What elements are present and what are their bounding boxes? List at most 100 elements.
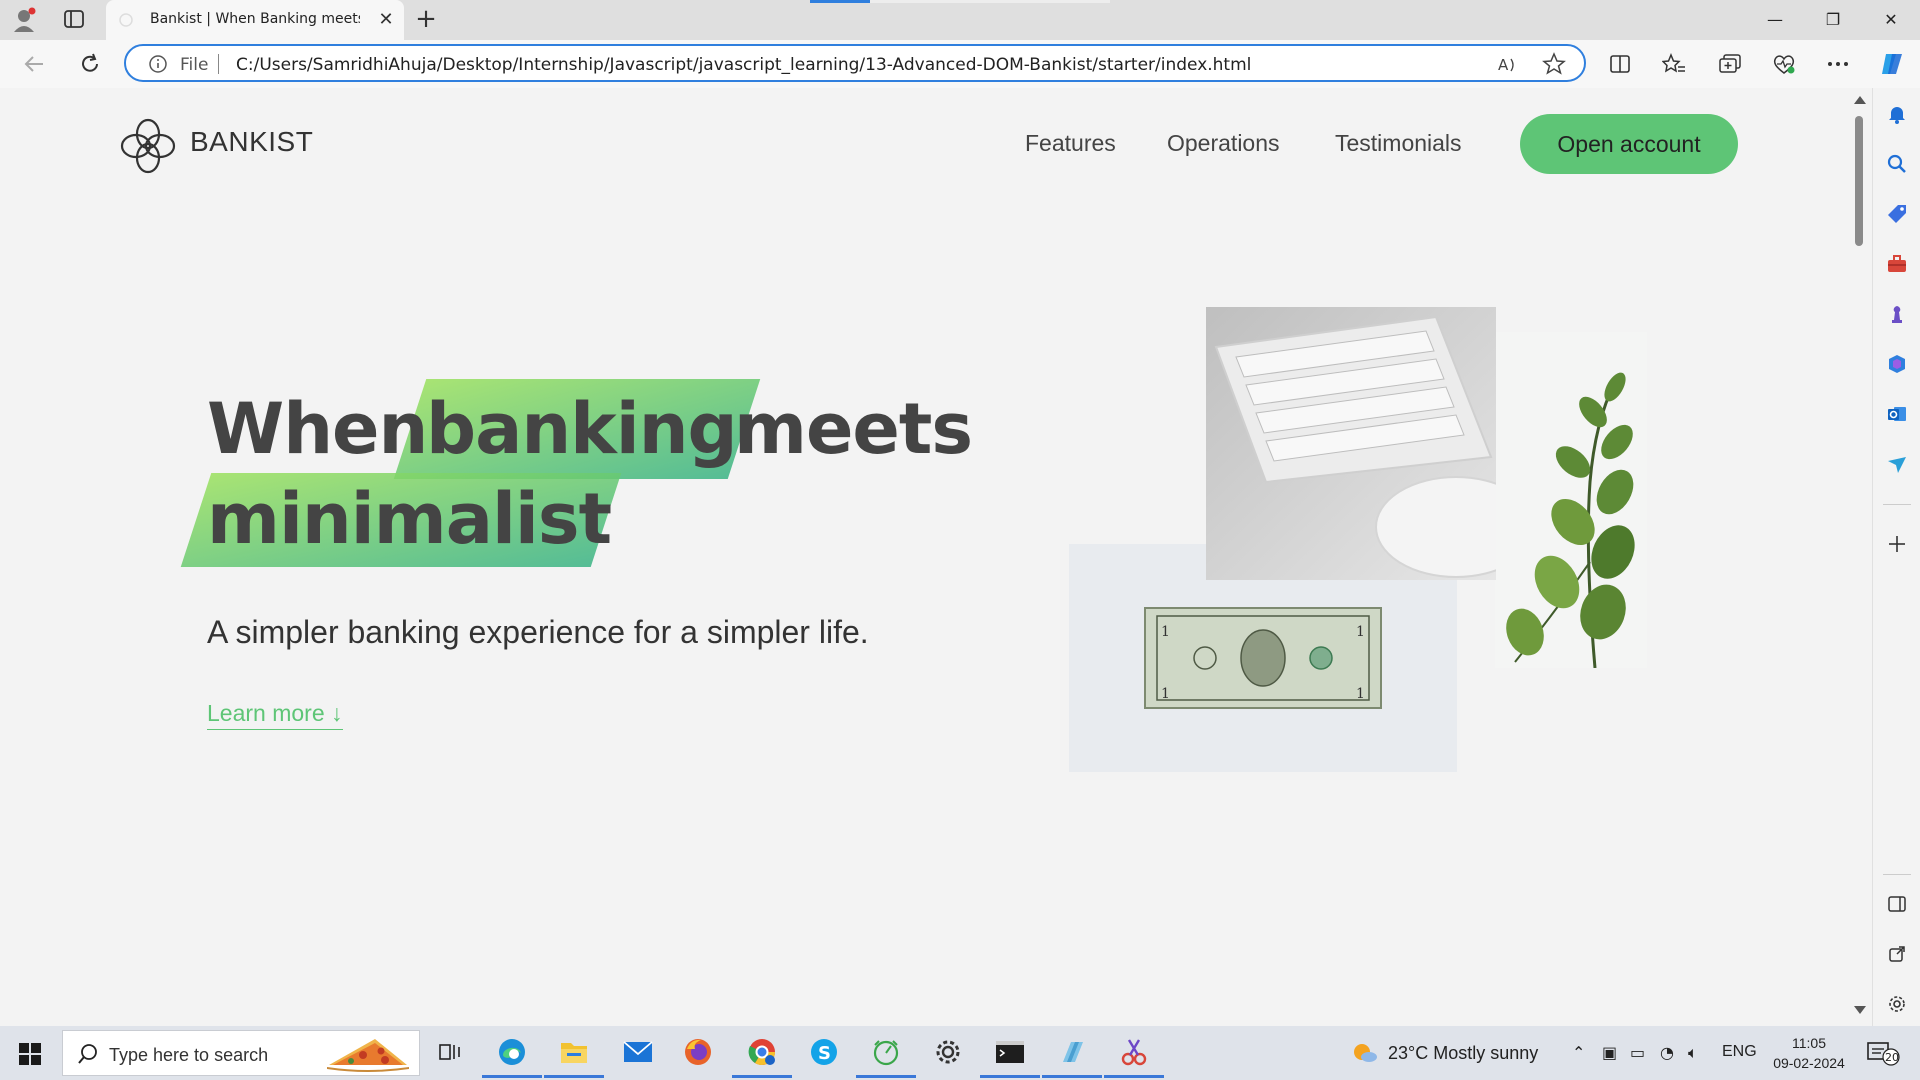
hero-word-banking: banking xyxy=(426,388,738,470)
tab-title: Bankist | When Banking meets M xyxy=(150,11,360,27)
svg-text:A: A xyxy=(1498,56,1509,74)
tab-actions-icon[interactable] xyxy=(62,8,88,32)
scrollbar-thumb[interactable] xyxy=(1855,116,1863,246)
windows-taskbar: Type here to search S 23°C Mostly sunny … xyxy=(0,1026,1920,1080)
more-menu-icon[interactable] xyxy=(1824,50,1852,78)
snipping-tool-icon[interactable] xyxy=(1104,1034,1164,1078)
add-sidebar-app-icon[interactable] xyxy=(1885,532,1909,556)
nav-link-operations[interactable]: Operations xyxy=(1167,130,1280,157)
svg-text:1: 1 xyxy=(1161,686,1170,702)
url-separator xyxy=(218,54,219,74)
language-indicator[interactable]: ENG xyxy=(1722,1043,1757,1061)
terminal-icon[interactable] xyxy=(980,1034,1040,1078)
file-explorer-icon[interactable] xyxy=(544,1034,604,1078)
sidebar-settings-gear-icon[interactable] xyxy=(1885,992,1909,1016)
brand-name: BANKIST xyxy=(190,126,314,157)
favorites-icon[interactable] xyxy=(1660,50,1688,78)
settings-gear-icon[interactable] xyxy=(930,1034,966,1070)
search-icon xyxy=(77,1043,99,1065)
svg-text:S: S xyxy=(818,1043,831,1064)
browser-toolbar: File C:/Users/SamridhiAhuja/Desktop/Inte… xyxy=(0,40,1920,88)
url-text[interactable]: C:/Users/SamridhiAhuja/Desktop/Internshi… xyxy=(236,55,1251,75)
show-hidden-icons-chevron-icon[interactable]: ⌃ xyxy=(1572,1043,1585,1062)
firefox-icon[interactable] xyxy=(680,1034,716,1070)
games-chess-icon[interactable] xyxy=(1885,302,1909,326)
task-view-icon[interactable] xyxy=(432,1034,468,1070)
sidebar-divider xyxy=(1883,874,1911,875)
nav-link-features[interactable]: Features xyxy=(1025,130,1116,157)
battery-icon[interactable]: ▭ xyxy=(1630,1043,1645,1062)
volume-icon[interactable]: 🔈︎ xyxy=(1688,1043,1698,1063)
edge-sidebar xyxy=(1872,88,1920,1026)
notification-count: 20 xyxy=(1885,1051,1899,1064)
weather-sun-cloud-icon[interactable] xyxy=(1352,1042,1378,1064)
hero-word-meets: meets xyxy=(734,388,973,470)
clock-date: 09-02-2024 xyxy=(1773,1055,1845,1071)
mail-icon[interactable] xyxy=(620,1034,656,1070)
clock-time: 11:05 xyxy=(1792,1035,1826,1051)
svg-text:1: 1 xyxy=(1356,624,1365,640)
notifications-bell-icon[interactable] xyxy=(1885,102,1909,126)
clock-app-icon[interactable] xyxy=(856,1034,916,1078)
close-window-button[interactable]: ✕ xyxy=(1868,6,1914,34)
scroll-up-arrow-icon[interactable] xyxy=(1854,96,1866,104)
read-aloud-icon[interactable]: A xyxy=(1496,53,1520,77)
url-scheme-label: File xyxy=(180,55,209,75)
bankist-logo-icon[interactable] xyxy=(116,114,180,178)
site-info-icon[interactable] xyxy=(148,54,168,74)
address-bar[interactable]: File C:/Users/SamridhiAhuja/Desktop/Inte… xyxy=(124,44,1586,82)
open-account-button[interactable]: Open account xyxy=(1520,114,1738,174)
tab-strip-indicator xyxy=(810,0,870,3)
hero-word-minimalist: minimalist xyxy=(207,478,612,560)
collections-icon[interactable] xyxy=(1716,50,1744,78)
tools-briefcase-icon[interactable] xyxy=(1885,252,1909,276)
notepad-icon[interactable] xyxy=(1042,1034,1102,1078)
browser-tab-bar: Bankist | When Banking meets M ✕ + — ❐ ✕ xyxy=(0,0,1920,40)
system-clock[interactable]: 11:05 09-02-2024 xyxy=(1768,1033,1850,1073)
svg-text:1: 1 xyxy=(1356,686,1365,702)
sidebar-divider xyxy=(1883,504,1911,505)
notification-center-icon[interactable]: 20 xyxy=(1866,1040,1902,1066)
outlook-icon[interactable] xyxy=(1885,402,1909,426)
favorite-star-icon[interactable] xyxy=(1542,52,1566,76)
split-screen-icon[interactable] xyxy=(1606,50,1634,78)
eucalyptus-plant-image xyxy=(1495,332,1647,669)
taskbar-search-box[interactable]: Type here to search xyxy=(62,1030,420,1076)
shopping-tag-icon[interactable] xyxy=(1885,202,1909,226)
learn-more-link[interactable]: Learn more ↓ xyxy=(207,700,343,730)
hero-subtitle: A simpler banking experience for a simpl… xyxy=(207,614,869,650)
microsoft-365-icon[interactable] xyxy=(1885,352,1909,376)
tab-close-icon[interactable]: ✕ xyxy=(376,10,396,30)
search-sidebar-icon[interactable] xyxy=(1885,152,1909,176)
wifi-icon[interactable]: ◔ xyxy=(1660,1043,1674,1062)
search-placeholder: Type here to search xyxy=(109,1045,269,1065)
scroll-down-arrow-icon[interactable] xyxy=(1854,1006,1866,1014)
weather-text[interactable]: 23°C Mostly sunny xyxy=(1388,1043,1538,1064)
skype-icon[interactable]: S xyxy=(806,1034,842,1070)
minimize-button[interactable]: — xyxy=(1752,6,1798,34)
windows-start-icon[interactable] xyxy=(18,1042,42,1066)
page-scrollbar[interactable] xyxy=(1848,88,1870,1026)
hide-sidebar-icon[interactable] xyxy=(1885,892,1909,916)
drop-send-icon[interactable] xyxy=(1885,452,1909,476)
pizza-search-highlight-icon xyxy=(325,1035,411,1073)
tab-strip-indicator xyxy=(870,0,1110,3)
svg-text:1: 1 xyxy=(1161,624,1170,640)
open-external-icon[interactable] xyxy=(1885,942,1909,966)
refresh-button[interactable] xyxy=(76,50,104,78)
browser-essentials-icon[interactable] xyxy=(1770,50,1798,78)
page-favicon-icon xyxy=(118,12,134,28)
hero-word-when: When xyxy=(207,388,428,470)
new-tab-button[interactable]: + xyxy=(414,6,438,32)
device-icon[interactable]: ▣ xyxy=(1602,1043,1617,1062)
active-tab[interactable]: Bankist | When Banking meets M ✕ xyxy=(106,0,404,40)
page-viewport: BANKIST Features Operations Testimonials… xyxy=(4,88,1848,1026)
chrome-profile-icon[interactable] xyxy=(732,1034,792,1078)
edge-taskbar-icon[interactable] xyxy=(482,1034,542,1078)
profile-icon[interactable] xyxy=(12,6,42,34)
copilot-icon[interactable] xyxy=(1878,50,1906,78)
nav-link-testimonials[interactable]: Testimonials xyxy=(1335,130,1462,157)
restore-button[interactable]: ❐ xyxy=(1810,6,1856,34)
keyboard-mouse-image xyxy=(1206,307,1537,580)
back-button[interactable] xyxy=(20,50,48,78)
